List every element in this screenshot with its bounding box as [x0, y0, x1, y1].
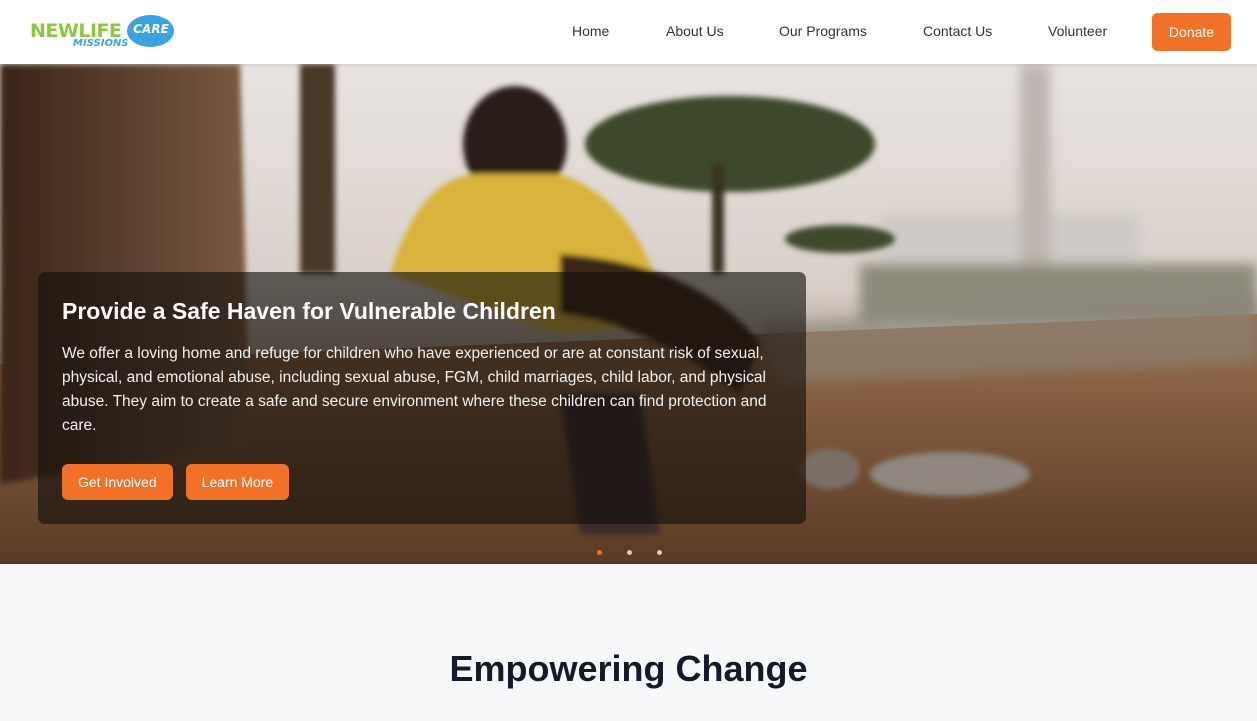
carousel-dot-3[interactable] — [657, 550, 662, 555]
hero-title: Provide a Safe Haven for Vulnerable Chil… — [62, 298, 556, 324]
nav-contact-us[interactable]: Contact Us — [923, 23, 992, 39]
carousel-indicators — [597, 542, 687, 560]
section-title: Empowering Change — [449, 648, 808, 689]
logo-missions-text: MISSIONS — [73, 38, 129, 49]
carousel-dot-1[interactable] — [597, 550, 602, 555]
nav-our-programs[interactable]: Our Programs — [779, 23, 867, 39]
learn-more-button[interactable]: Learn More — [185, 464, 290, 500]
hero-button-group: Get Involved Learn More — [62, 464, 302, 500]
newlife-care-missions-logo[interactable]: NEWLIFE CARE MISSIONS — [30, 13, 180, 51]
logo-care-text: CARE — [133, 22, 169, 36]
nav-home[interactable]: Home — [572, 23, 609, 39]
carousel-dot-2[interactable] — [627, 550, 632, 555]
empowering-change-section: Empowering Change — [0, 564, 1257, 721]
hero-caption-card: Provide a Safe Haven for Vulnerable Chil… — [38, 272, 806, 524]
hero-carousel: Provide a Safe Haven for Vulnerable Chil… — [0, 64, 1257, 564]
get-involved-button[interactable]: Get Involved — [62, 464, 173, 500]
nav-volunteer[interactable]: Volunteer — [1048, 23, 1107, 39]
donate-button[interactable]: Donate — [1152, 13, 1231, 51]
nav-about-us[interactable]: About Us — [666, 23, 724, 39]
hero-description: We offer a loving home and refuge for ch… — [62, 345, 767, 434]
site-header: NEWLIFE CARE MISSIONS Home About Us Our … — [0, 0, 1257, 64]
